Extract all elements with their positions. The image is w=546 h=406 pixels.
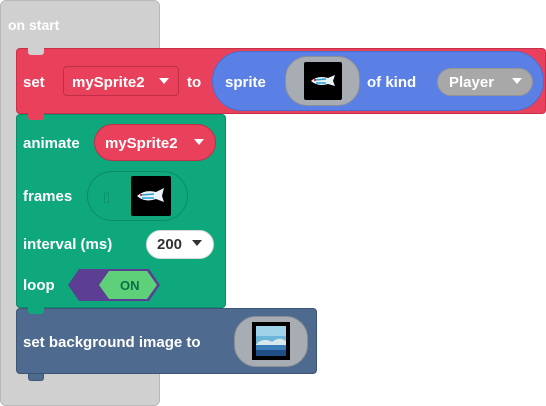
kind-dropdown-label: Player bbox=[449, 74, 495, 91]
variable-dropdown-label: mySprite2 bbox=[72, 74, 145, 91]
interval-label: interval (ms) bbox=[23, 236, 113, 253]
loop-toggle[interactable] bbox=[67, 268, 161, 302]
background-image-thumbnail bbox=[252, 322, 290, 360]
block-notch bbox=[28, 113, 44, 120]
set-background-label: set background image to bbox=[23, 334, 201, 351]
chevron-down-icon bbox=[194, 139, 204, 145]
chevron-down-icon bbox=[512, 78, 522, 84]
interval-value: 200 bbox=[157, 236, 183, 253]
set-label: set bbox=[23, 74, 45, 91]
drag-handle-icon: ▯ bbox=[103, 189, 111, 204]
animate-variable-label: mySprite2 bbox=[105, 135, 178, 152]
loop-toggle-label: ON bbox=[120, 278, 140, 293]
fish-frame-image[interactable] bbox=[131, 176, 171, 216]
of-kind-label: of kind bbox=[367, 74, 417, 91]
block-notch bbox=[28, 374, 44, 381]
chevron-down-icon bbox=[192, 240, 202, 246]
chevron-down-icon bbox=[159, 78, 169, 84]
to-label: to bbox=[187, 74, 202, 91]
frames-label: frames bbox=[23, 188, 73, 205]
fish-sprite-image bbox=[304, 62, 342, 100]
on-start-label: on start bbox=[8, 17, 60, 33]
block-notch bbox=[28, 48, 44, 55]
loop-label: loop bbox=[23, 277, 55, 294]
sprite-label: sprite bbox=[225, 74, 266, 91]
animate-label: animate bbox=[23, 135, 80, 152]
block-notch bbox=[28, 307, 44, 314]
